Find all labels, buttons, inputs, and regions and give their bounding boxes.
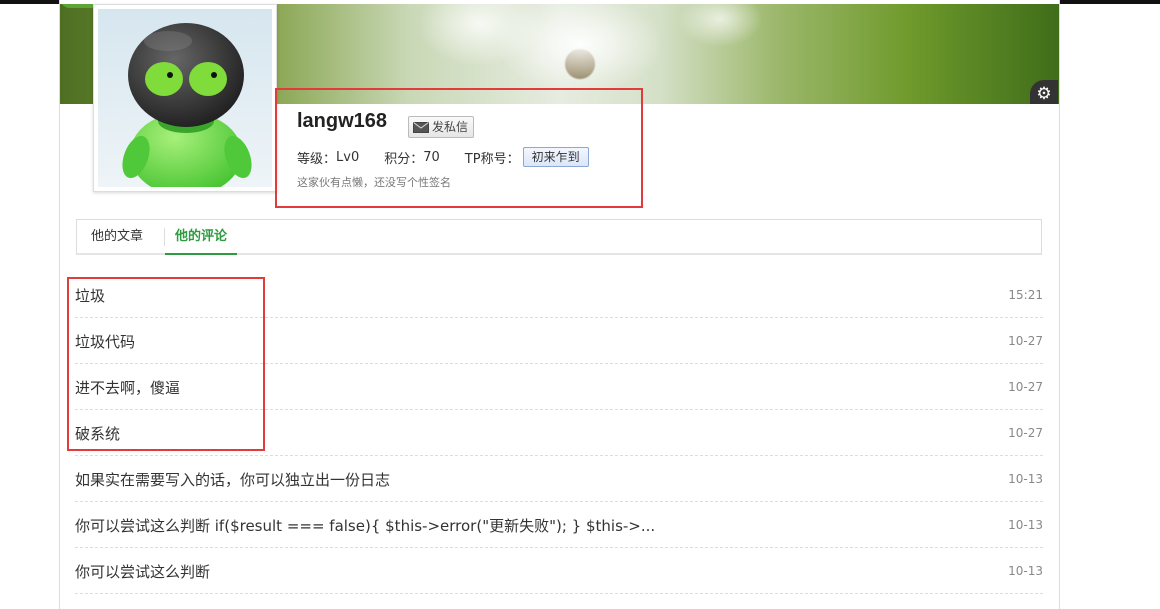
tab-articles[interactable]: 他的文章 (91, 220, 143, 254)
list-item[interactable]: 垃圾代码 10-27 (75, 318, 1043, 364)
comment-time: 10-27 (1008, 380, 1043, 394)
list-item[interactable]: 如果实在需要写入的话，你可以独立出一份日志 10-13 (75, 456, 1043, 502)
comment-time: 10-13 (1008, 472, 1043, 486)
level-value: Lv0 (336, 149, 360, 165)
tp-title-label: TP称号： (464, 151, 520, 167)
comment-text[interactable]: 垃圾 (75, 285, 105, 306)
comment-time: 10-27 (1008, 334, 1043, 348)
avatar (93, 4, 277, 192)
comment-text[interactable]: 破系统 (75, 423, 120, 444)
profile-stats: 等级： Lv0 积分： 70 TP称号： 初来乍到 (297, 147, 589, 167)
mail-icon (413, 121, 429, 133)
comment-time: 10-27 (1008, 426, 1043, 440)
avatar-image (98, 9, 272, 187)
comment-list: 垃圾 15:21 垃圾代码 10-27 进不去啊，傻逼 10-27 破系统 10… (67, 272, 1043, 594)
profile-tabs: 他的文章 他的评论 (76, 219, 1042, 255)
points-value: 70 (423, 149, 440, 165)
comment-time: 15:21 (1008, 288, 1043, 302)
comment-text[interactable]: 垃圾代码 (75, 331, 135, 352)
list-item[interactable]: 进不去啊，傻逼 10-27 (75, 364, 1043, 410)
level-label: 等级： (297, 151, 337, 167)
comment-text[interactable]: 你可以尝试这么判断 (75, 561, 210, 582)
list-item[interactable]: 破系统 10-27 (75, 410, 1043, 456)
tab-comments[interactable]: 他的评论 (165, 220, 237, 255)
comment-text[interactable]: 如果实在需要写入的话，你可以独立出一份日志 (75, 469, 390, 490)
tp-title-badge: 初来乍到 (522, 147, 589, 167)
gear-icon[interactable]: ⚙ (1030, 80, 1058, 104)
list-item[interactable]: 你可以尝试这么判断 if($result === false){ $this->… (75, 502, 1043, 548)
user-signature: 这家伙有点懒，还没写个性签名 (297, 176, 451, 189)
comment-text[interactable]: 进不去啊，傻逼 (75, 377, 180, 398)
profile-info-card: langw168 发私信 等级： Lv0 积分： 70 TP称号： 初来乍到 这… (275, 88, 643, 208)
points-label: 积分： (384, 151, 424, 167)
comment-time: 10-13 (1008, 518, 1043, 532)
list-item[interactable]: 垃圾 15:21 (75, 272, 1043, 318)
list-item[interactable]: 你可以尝试这么判断 10-13 (75, 548, 1043, 594)
comment-text[interactable]: 你可以尝试这么判断 if($result === false){ $this->… (75, 515, 655, 536)
send-message-label: 发私信 (432, 120, 469, 134)
profile-page: ⚙ langw168 发私信 等级： Lv0 积分： 70 TP称号： 初来乍到… (59, 0, 1060, 609)
comment-time: 10-13 (1008, 564, 1043, 578)
username: langw168 (297, 110, 388, 132)
send-message-button[interactable]: 发私信 (408, 116, 475, 138)
